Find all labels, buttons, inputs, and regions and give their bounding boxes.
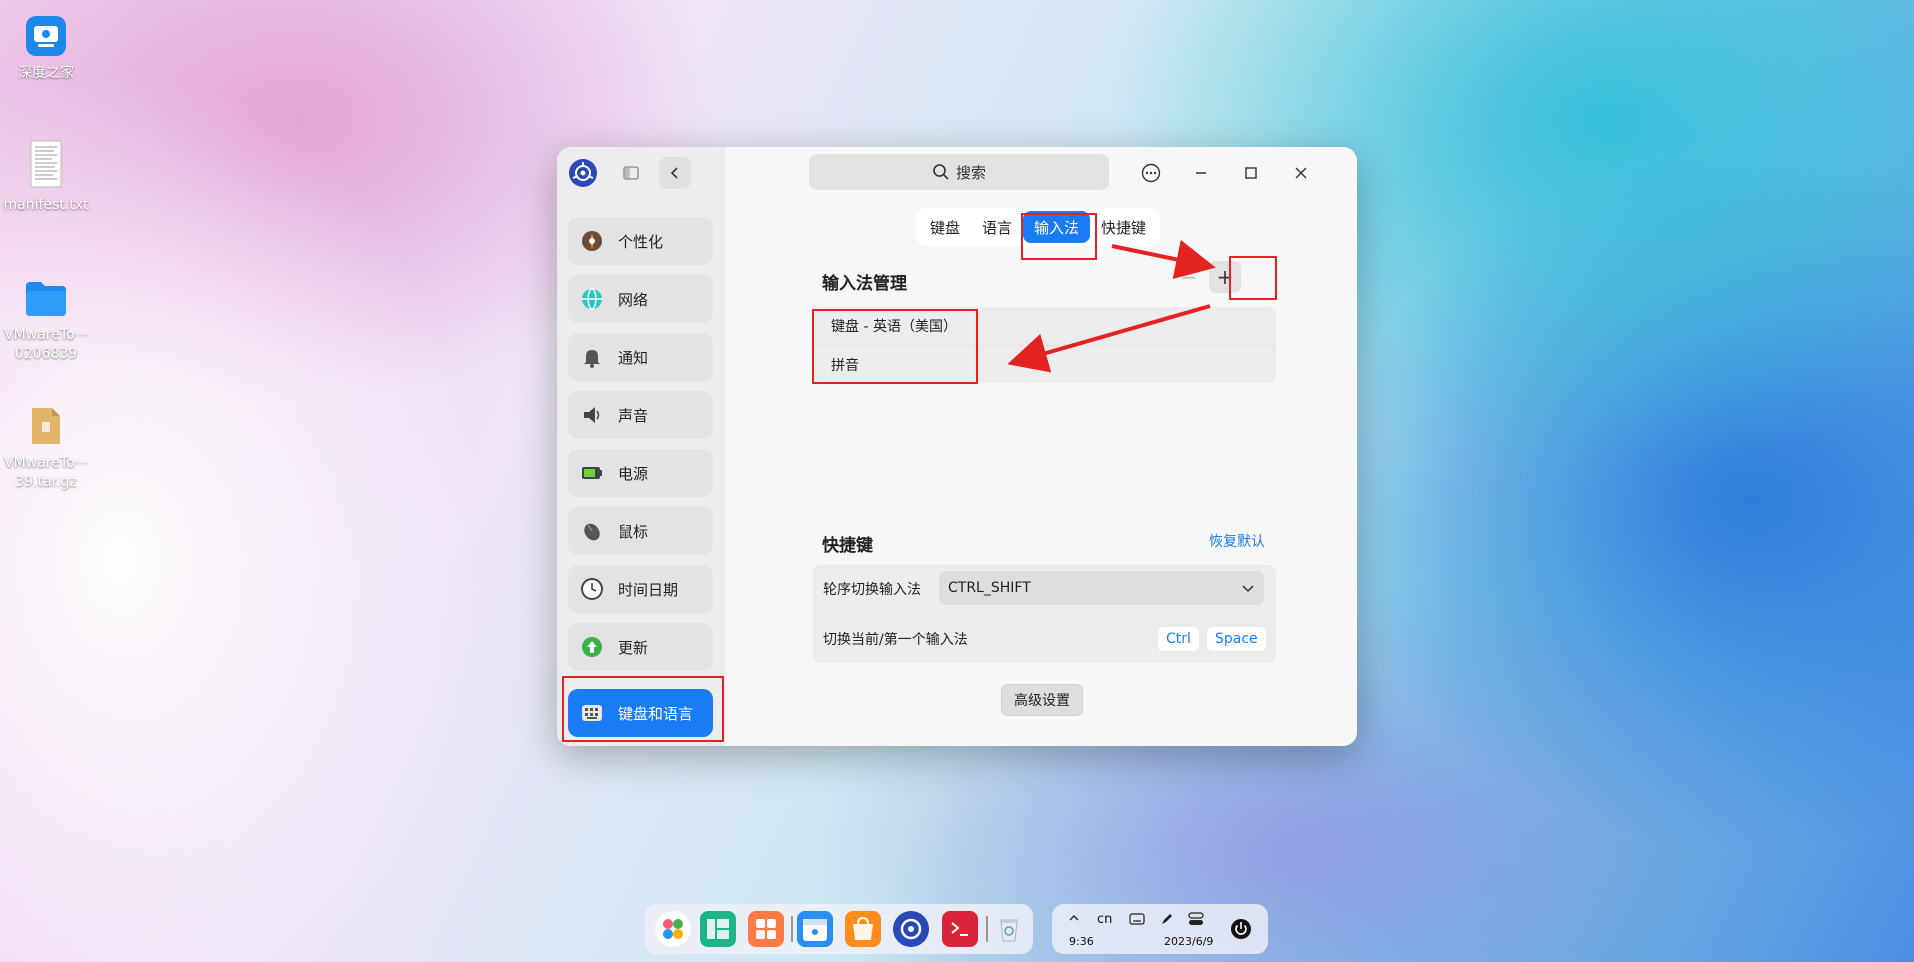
app-store-icon[interactable] xyxy=(845,911,881,947)
folder-icon xyxy=(24,276,68,320)
sidebar-item-datetime[interactable]: 时间日期 xyxy=(568,565,713,613)
sidebar-header xyxy=(557,147,725,199)
back-button[interactable] xyxy=(659,157,691,189)
terminal-icon[interactable] xyxy=(942,911,978,947)
system-tray: cn 9:36 2023/6/9 xyxy=(1052,904,1268,954)
chevron-left-icon xyxy=(670,167,678,179)
desktop-icon-label: 深度之家 xyxy=(18,65,74,81)
trash-icon[interactable] xyxy=(991,911,1027,947)
tab-shortcuts[interactable]: 快捷键 xyxy=(1090,211,1157,243)
search-placeholder: 搜索 xyxy=(955,163,986,182)
pen-icon[interactable] xyxy=(1160,912,1174,926)
tab-language[interactable]: 语言 xyxy=(971,211,1023,243)
power-icon xyxy=(1231,919,1251,939)
shortcuts-title: 快捷键 xyxy=(822,536,873,556)
desktop-icon-label: VMwareTo···0206839 xyxy=(4,327,88,362)
sidebar-toggle-icon[interactable] xyxy=(621,163,641,183)
select-value: CTRL_SHIFT xyxy=(948,580,1031,596)
sidebar-item-label: 个性化 xyxy=(618,232,664,251)
titlebar: 搜索 xyxy=(725,147,1357,199)
clock-time[interactable]: 9:36 xyxy=(1069,935,1094,948)
desktop-icon-label: VMwareTo···39.tar.gz xyxy=(4,455,88,490)
input-language-indicator[interactable]: cn xyxy=(1097,912,1112,927)
desktop-icon-manifest[interactable]: manifest.txt xyxy=(0,140,92,215)
input-method-management-title: 输入法管理 xyxy=(822,274,907,294)
desktop-icon-label: manifest.txt xyxy=(3,197,89,213)
search-input[interactable]: 搜索 xyxy=(809,154,1109,190)
sidebar-item-label: 网络 xyxy=(618,290,649,309)
personalization-icon xyxy=(580,229,604,253)
sidebar-item-network[interactable]: 网络 xyxy=(568,275,713,323)
more-icon xyxy=(1141,163,1161,183)
menu-button[interactable] xyxy=(1135,157,1167,189)
shortcut-row-cycle: 轮序切换输入法 CTRL_SHIFT xyxy=(813,565,1276,613)
key-space[interactable]: Space xyxy=(1207,627,1266,651)
sidebar-item-update[interactable]: 更新 xyxy=(568,623,713,671)
sidebar-item-label: 鼠标 xyxy=(618,522,649,541)
advanced-settings-button[interactable]: 高级设置 xyxy=(1001,684,1083,716)
text-file-icon xyxy=(24,140,68,188)
annotation-box-list xyxy=(812,309,978,384)
tab-keyboard[interactable]: 键盘 xyxy=(919,211,971,243)
dock xyxy=(645,904,1033,954)
restore-defaults-link[interactable]: 恢复默认 xyxy=(1209,531,1265,551)
desktop-icon-vmware-archive[interactable]: VMwareTo···39.tar.gz xyxy=(0,404,92,492)
clock-icon xyxy=(580,577,604,601)
sidebar-item-personalization[interactable]: 个性化 xyxy=(568,217,713,265)
sidebar-item-mouse[interactable]: 鼠标 xyxy=(568,507,713,555)
shortcut-label: 轮序切换输入法 xyxy=(823,582,921,598)
battery-icon xyxy=(580,461,604,485)
launcher-icon[interactable] xyxy=(655,911,691,947)
power-button[interactable] xyxy=(1226,914,1256,944)
app-grid-icon[interactable] xyxy=(748,911,784,947)
sidebar-item-power[interactable]: 电源 xyxy=(568,449,713,497)
key-ctrl[interactable]: Ctrl xyxy=(1158,627,1199,651)
control-center-dock-icon[interactable] xyxy=(893,911,929,947)
sidebar-item-sound[interactable]: 声音 xyxy=(568,391,713,439)
desktop-icon-vmware-folder[interactable]: VMwareTo···0206839 xyxy=(0,276,92,364)
chevron-up-icon[interactable] xyxy=(1068,912,1080,924)
speaker-icon xyxy=(580,403,604,427)
annotation-box-sidebar xyxy=(562,676,724,742)
clock-date[interactable]: 2023/6/9 xyxy=(1164,935,1213,948)
search-icon xyxy=(933,164,949,180)
deepin-home-icon xyxy=(24,14,68,58)
cycle-shortcut-select[interactable]: CTRL_SHIFT xyxy=(939,571,1264,605)
file-manager-icon[interactable] xyxy=(797,911,833,947)
multitask-icon[interactable] xyxy=(700,911,736,947)
dock-divider xyxy=(791,916,793,942)
maximize-icon xyxy=(1245,167,1257,179)
sidebar-item-notification[interactable]: 通知 xyxy=(568,333,713,381)
sidebar-item-label: 通知 xyxy=(618,348,649,367)
minimize-button[interactable] xyxy=(1185,157,1217,189)
shortcut-row-switch: 切换当前/第一个输入法 Ctrl Space xyxy=(813,615,1276,663)
sidebar: 个性化 网络 通知 声音 电源 鼠标 时间日期 更新 键盘和语言 xyxy=(557,147,725,746)
shortcut-label: 切换当前/第一个输入法 xyxy=(823,632,968,648)
toggle-icon[interactable] xyxy=(1188,912,1204,926)
archive-icon xyxy=(24,404,68,448)
bell-icon xyxy=(580,345,604,369)
sidebar-item-label: 更新 xyxy=(618,638,649,657)
chevron-down-icon xyxy=(1242,585,1254,593)
update-icon xyxy=(580,635,604,659)
annotation-box-tab xyxy=(1021,213,1097,260)
control-center-window: 个性化 网络 通知 声音 电源 鼠标 时间日期 更新 键盘和语言 搜索 键盘 语… xyxy=(557,147,1357,746)
annotation-box-add xyxy=(1229,256,1277,300)
remove-input-method-button[interactable]: − xyxy=(1173,261,1205,293)
maximize-button[interactable] xyxy=(1235,157,1267,189)
sidebar-item-label: 时间日期 xyxy=(618,580,679,599)
sidebar-item-label: 电源 xyxy=(618,464,649,483)
network-icon xyxy=(580,287,604,311)
mouse-icon xyxy=(580,519,604,543)
close-button[interactable] xyxy=(1285,157,1317,189)
control-center-logo-icon xyxy=(569,159,597,187)
minimize-icon xyxy=(1196,172,1206,174)
desktop-icon-deepin-home[interactable]: 深度之家 xyxy=(0,14,92,83)
sidebar-item-label: 声音 xyxy=(618,406,649,425)
close-icon xyxy=(1295,167,1307,179)
shortcut-settings: 轮序切换输入法 CTRL_SHIFT 切换当前/第一个输入法 Ctrl Spac… xyxy=(813,565,1276,663)
dock-divider xyxy=(986,916,988,942)
keyboard-tray-icon[interactable] xyxy=(1129,913,1145,925)
